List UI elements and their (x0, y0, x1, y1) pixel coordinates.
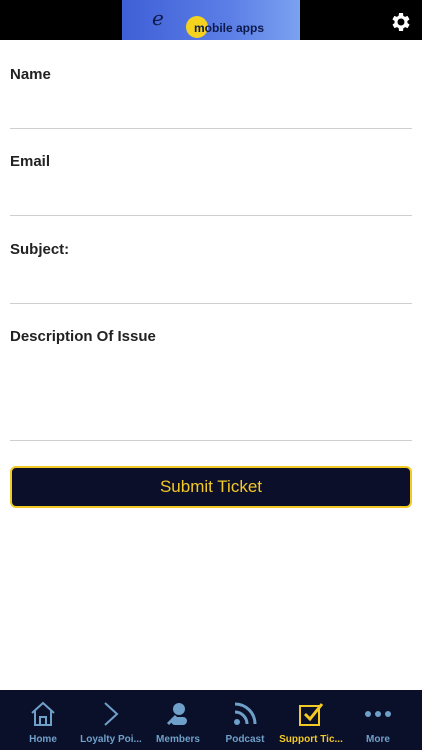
home-icon (31, 701, 55, 726)
tab-bar: Home Loyalty Poi... Members Podcast Supp… (0, 690, 422, 750)
email-field[interactable] (10, 185, 416, 215)
tab-label: Home (29, 734, 57, 745)
tab-home[interactable]: Home (8, 690, 78, 750)
chevron-right-icon (104, 702, 119, 726)
submit-ticket-button[interactable]: Submit Ticket (10, 466, 412, 508)
tab-label: Loyalty Poi... (80, 734, 142, 745)
rss-icon (234, 702, 257, 725)
tab-label: Podcast (225, 734, 265, 745)
subject-underline (10, 303, 412, 304)
subject-label: Subject: (10, 241, 70, 258)
email-underline (10, 215, 412, 216)
tab-label: Members (156, 734, 200, 745)
name-field[interactable] (10, 98, 416, 128)
tab-podcast[interactable]: Podcast (210, 690, 280, 750)
description-underline (10, 440, 412, 441)
description-label: Description Of Issue (10, 328, 156, 345)
members-icon (166, 703, 187, 726)
name-underline (10, 128, 412, 129)
name-label: Name (10, 66, 51, 83)
subject-field[interactable] (10, 273, 416, 303)
tab-support-ticket[interactable]: Support Tic... (276, 690, 346, 750)
tab-loyalty-points[interactable]: Loyalty Poi... (76, 690, 146, 750)
more-icon (365, 711, 391, 717)
logo-text: mobile apps (194, 21, 265, 35)
gear-icon[interactable] (388, 10, 412, 34)
tab-more[interactable]: More (343, 690, 413, 750)
email-label: Email (10, 153, 51, 170)
description-field[interactable] (10, 356, 416, 440)
checkbox-icon (299, 703, 324, 726)
tab-label: Support Tic... (279, 734, 343, 745)
tab-members[interactable]: Members (143, 690, 213, 750)
top-bar: e mobile apps (0, 0, 422, 40)
evolve-logo: e mobile apps (122, 0, 300, 40)
tab-label: More (366, 734, 390, 745)
logo-letter: e (152, 6, 164, 30)
